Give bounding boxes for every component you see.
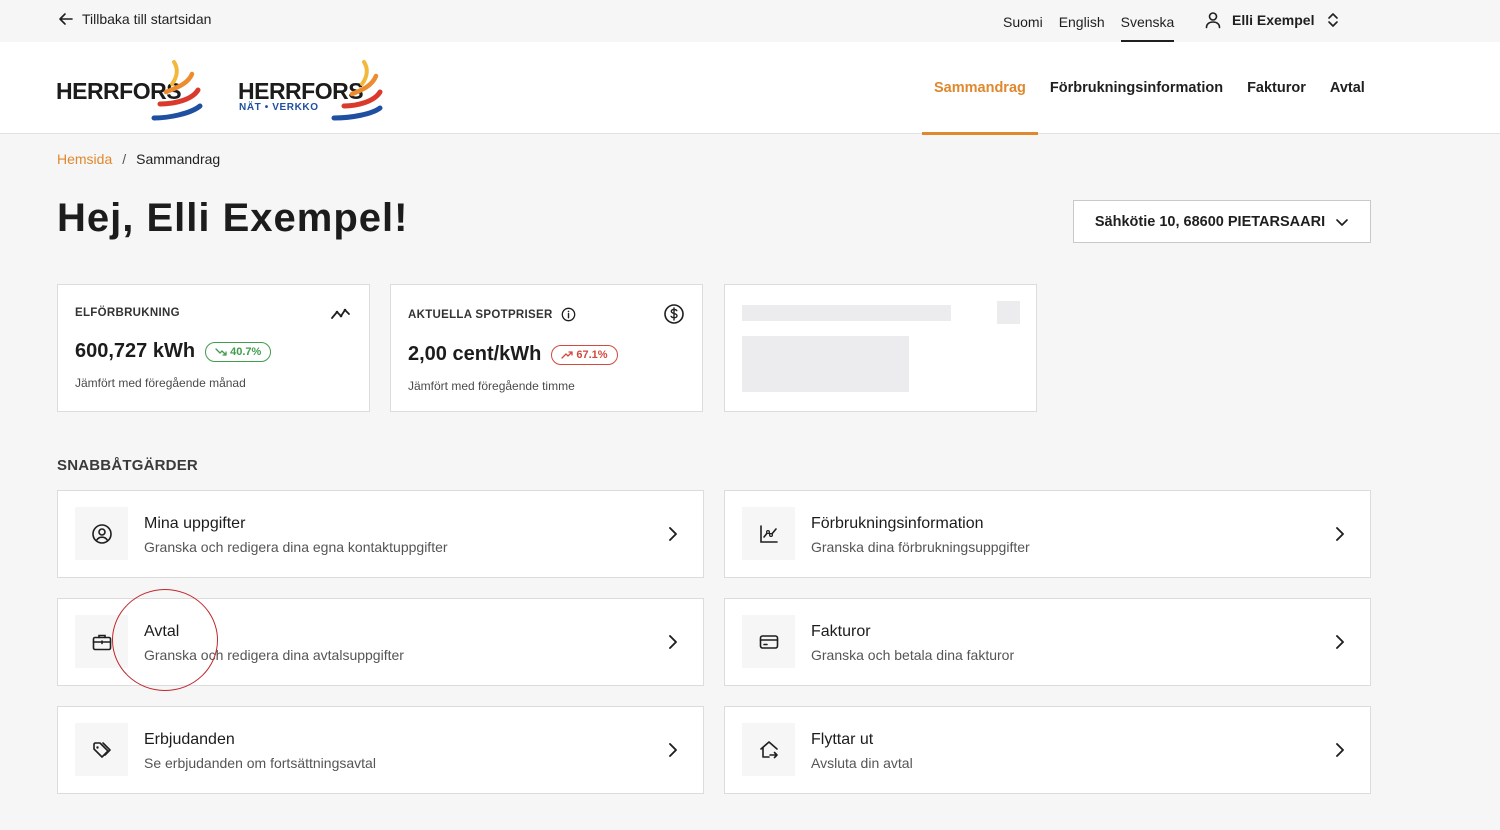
page-title: Hej, Elli Exempel! <box>57 196 409 240</box>
skeleton-block <box>742 336 909 392</box>
spot-label-text: AKTUELLA SPOTPRISER <box>408 308 553 321</box>
house-move-icon <box>759 740 778 758</box>
dollar-circle-icon <box>664 304 684 324</box>
quick-action-erbjudanden[interactable]: Erbjudanden Se erbjudanden om fortsättni… <box>57 706 704 794</box>
quick-action-flyttar-ut[interactable]: Flyttar ut Avsluta din avtal <box>724 706 1371 794</box>
quick-action-forbrukningsinformation[interactable]: Förbrukningsinformation Granska dina för… <box>724 490 1371 578</box>
skeleton-line <box>742 305 951 321</box>
breadcrumb: Hemsida / Sammandrag <box>57 151 220 167</box>
quick-action-mina-uppgifter[interactable]: Mina uppgifter Granska och redigera dina… <box>57 490 704 578</box>
qa-desc: Avsluta din avtal <box>811 755 913 771</box>
breadcrumb-home[interactable]: Hemsida <box>57 151 112 167</box>
nav-avtal[interactable]: Avtal <box>1318 42 1377 134</box>
spot-label: AKTUELLA SPOTPRISER <box>408 307 576 322</box>
user-name: Elli Exempel <box>1232 12 1315 28</box>
herrfors-nat-logo[interactable]: HERRFORS NÄT • VERKKO <box>238 56 388 122</box>
language-switcher: Suomi English Svenska <box>1003 14 1174 42</box>
qa-icon-box <box>742 507 795 560</box>
chevron-right-icon <box>1336 743 1344 757</box>
lang-english[interactable]: English <box>1059 14 1105 36</box>
consumption-note: Jämfört med föregående månad <box>75 376 246 390</box>
top-utility-bar: Tillbaka till startsidan Suomi English S… <box>0 0 1500 42</box>
logo-flame-icon <box>151 60 203 121</box>
credit-card-icon <box>759 634 778 649</box>
info-icon[interactable] <box>561 307 576 322</box>
qa-title: Fakturor <box>811 623 871 640</box>
back-link-label: Tillbaka till startsidan <box>82 11 212 27</box>
lang-suomi[interactable]: Suomi <box>1003 14 1043 36</box>
qa-icon-box <box>75 723 128 776</box>
chevron-right-icon <box>669 743 677 757</box>
logo-flame-icon <box>331 60 383 121</box>
loading-card-skeleton <box>724 284 1037 412</box>
spot-change: 67.1% <box>576 348 608 361</box>
trend-up-icon <box>561 350 574 359</box>
qa-title: Avtal <box>144 623 180 640</box>
tags-icon <box>92 741 111 758</box>
lang-svenska[interactable]: Svenska <box>1120 14 1174 42</box>
qa-icon-box <box>742 723 795 776</box>
qa-icon-box <box>742 615 795 668</box>
consumption-change: 40.7% <box>230 345 262 358</box>
skeleton-icon <box>997 301 1020 324</box>
main-nav: Sammandrag Förbrukningsinformation Faktu… <box>922 42 1377 135</box>
qa-desc: Granska och betala dina fakturor <box>811 647 1015 663</box>
consumption-card: ELFÖRBRUKNING 600,727 kWh 40.7% Jämfört … <box>57 284 370 412</box>
arrow-left-icon <box>59 13 73 25</box>
trend-down-icon <box>215 347 227 356</box>
qa-title: Förbrukningsinformation <box>811 515 984 532</box>
consumption-change-badge: 40.7% <box>205 341 272 362</box>
qa-desc: Granska och redigera dina egna kontaktup… <box>144 539 448 555</box>
qa-desc: Se erbjudanden om fortsättningsavtal <box>144 755 376 771</box>
address-select[interactable]: Sähkötie 10, 68600 PIETARSAARI <box>1073 200 1371 243</box>
spot-price-card: AKTUELLA SPOTPRISER 2,00 cent/kWh 67.1% … <box>390 284 703 412</box>
quick-actions-title: SNABBÅTGÄRDER <box>57 457 198 474</box>
consumption-value-row: 600,727 kWh 40.7% <box>75 340 272 363</box>
qa-title: Erbjudanden <box>144 731 235 748</box>
chevron-right-icon <box>1336 527 1344 541</box>
qa-desc: Granska och redigera dina avtalsuppgifte… <box>144 647 404 663</box>
chevron-right-icon <box>669 635 677 649</box>
qa-desc: Granska dina förbrukningsuppgifter <box>811 539 1030 555</box>
chevron-up-down-icon <box>1328 13 1339 27</box>
consumption-label-text: ELFÖRBRUKNING <box>75 307 180 319</box>
breadcrumb-current: Sammandrag <box>136 151 221 167</box>
main-header: HERRFORS HERRFORS NÄT • VERKKO Sammandra… <box>0 42 1500 135</box>
quick-action-avtal[interactable]: Avtal Granska och redigera dina avtalsup… <box>57 598 704 686</box>
user-menu[interactable]: Elli Exempel <box>1204 11 1342 29</box>
qa-title: Mina uppgifter <box>144 515 246 532</box>
breadcrumb-separator: / <box>122 151 127 167</box>
chart-icon <box>759 524 778 543</box>
nav-fakturor[interactable]: Fakturor <box>1235 42 1318 134</box>
chevron-right-icon <box>669 527 677 541</box>
chevron-down-icon <box>1336 218 1348 226</box>
herrfors-logo[interactable]: HERRFORS <box>56 56 206 122</box>
spot-change-badge: 67.1% <box>551 344 618 365</box>
briefcase-icon <box>92 634 111 650</box>
qa-icon-box <box>75 615 128 668</box>
address-select-value: Sähkötie 10, 68600 PIETARSAARI <box>1094 213 1326 230</box>
spot-note: Jämfört med föregående timme <box>408 379 575 393</box>
quick-action-fakturor[interactable]: Fakturor Granska och betala dina fakturo… <box>724 598 1371 686</box>
consumption-label: ELFÖRBRUKNING <box>75 307 180 319</box>
chevron-right-icon <box>1336 635 1344 649</box>
nav-sammandrag[interactable]: Sammandrag <box>922 42 1038 135</box>
logo-subtext: NÄT • VERKKO <box>239 102 319 113</box>
user-icon <box>1205 12 1221 29</box>
trend-line-icon <box>331 308 350 319</box>
qa-title: Flyttar ut <box>811 731 874 748</box>
consumption-value: 600,727 kWh <box>75 340 196 362</box>
spot-value: 2,00 cent/kWh <box>408 343 542 365</box>
spot-value-row: 2,00 cent/kWh 67.1% <box>408 343 618 366</box>
nav-forbrukningsinformation[interactable]: Förbrukningsinformation <box>1038 42 1235 134</box>
back-to-start-link[interactable]: Tillbaka till startsidan <box>58 11 211 27</box>
qa-icon-box <box>75 507 128 560</box>
user-circle-icon <box>91 523 112 544</box>
